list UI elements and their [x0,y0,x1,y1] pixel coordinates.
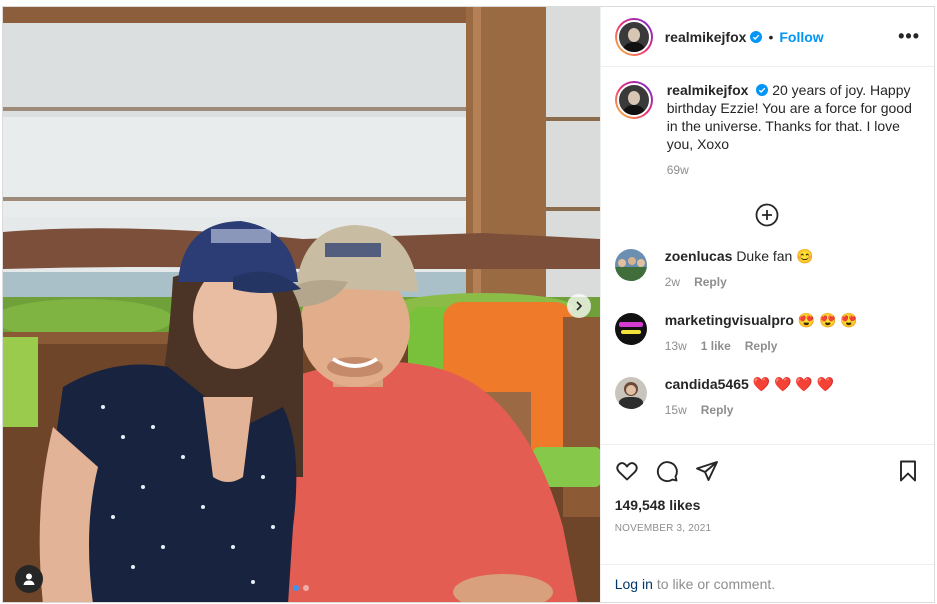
follow-button[interactable]: Follow [779,29,823,45]
post-date: NOVEMBER 3, 2021 [614,523,712,534]
reply-button[interactable]: Reply [745,337,778,355]
commenter-avatar[interactable] [614,377,647,409]
comment-item: marketingvisualpro 😍 😍 😍 13w 1 like Repl… [614,311,920,355]
bookmark-icon[interactable] [896,459,920,483]
action-icons [615,451,920,491]
commenter-username[interactable]: candida5465 [665,376,749,392]
login-prompt-text: to like or comment. [656,575,776,592]
comment-text: 😍 😍 😍 [797,312,858,328]
verified-badge-icon [756,84,769,96]
login-link[interactable]: Log in [615,576,653,592]
comment-age: 15w [664,403,687,417]
header-separator: • [768,28,774,45]
carousel-dot-active [293,585,299,591]
commenter-avatar[interactable] [614,249,647,281]
post-header: realmikejfox • Follow ••• [600,7,934,67]
caption-age: 69w [666,163,689,177]
post-actions: 149,548 likes NOVEMBER 3, 2021 [600,444,934,564]
carousel-dots [293,585,309,591]
login-prompt: Log in to like or comment. [600,564,934,602]
caption-author-avatar[interactable] [614,81,653,119]
user-tag-icon [23,573,35,585]
chevron-right-icon [576,301,583,311]
photo-scene [3,7,600,602]
user-tag-button[interactable] [15,565,43,593]
comment-age: 13w [664,339,687,353]
comment-text: ❤️ ❤️ ❤️ ❤️ [752,376,835,392]
commenter-username[interactable]: zoenlucas [665,248,733,264]
post-modal: realmikejfox • Follow ••• realmikejfox 2… [2,6,935,603]
commenter-username[interactable]: marketingvisualpro [665,312,794,328]
next-photo-button[interactable] [567,294,591,318]
comment-text: Duke fan 😊 [736,248,814,264]
comment-item: candida5465 ❤️ ❤️ ❤️ ❤️ 15w Reply [614,375,920,419]
carousel-dot [303,585,309,591]
commenter-avatar[interactable] [614,313,647,345]
author-username[interactable]: realmikejfox [665,29,747,45]
post-photo[interactable] [3,7,600,602]
comment-item: zoenlucas Duke fan 😊 2w Reply [614,247,920,291]
reply-button[interactable]: Reply [694,273,727,291]
comment-likes[interactable]: 1 like [701,337,731,355]
author-avatar[interactable] [614,17,653,56]
comment-age: 2w [664,275,681,289]
verified-badge-icon [750,30,763,43]
comments-section[interactable]: realmikejfox 20 years of joy. Happy birt… [601,67,934,444]
comment-icon[interactable] [655,459,679,483]
plus-circle-icon[interactable] [755,203,779,227]
reply-button[interactable]: Reply [701,401,734,419]
post-sidebar: realmikejfox • Follow ••• realmikejfox 2… [599,7,934,602]
more-options-button[interactable]: ••• [898,26,920,47]
heart-icon[interactable] [615,459,639,483]
paper-plane-icon[interactable] [695,459,719,483]
likes-count[interactable]: 149,548 likes [615,497,920,513]
caption-username[interactable]: realmikejfox [667,82,749,98]
post-caption: realmikejfox 20 years of joy. Happy birt… [614,81,920,179]
